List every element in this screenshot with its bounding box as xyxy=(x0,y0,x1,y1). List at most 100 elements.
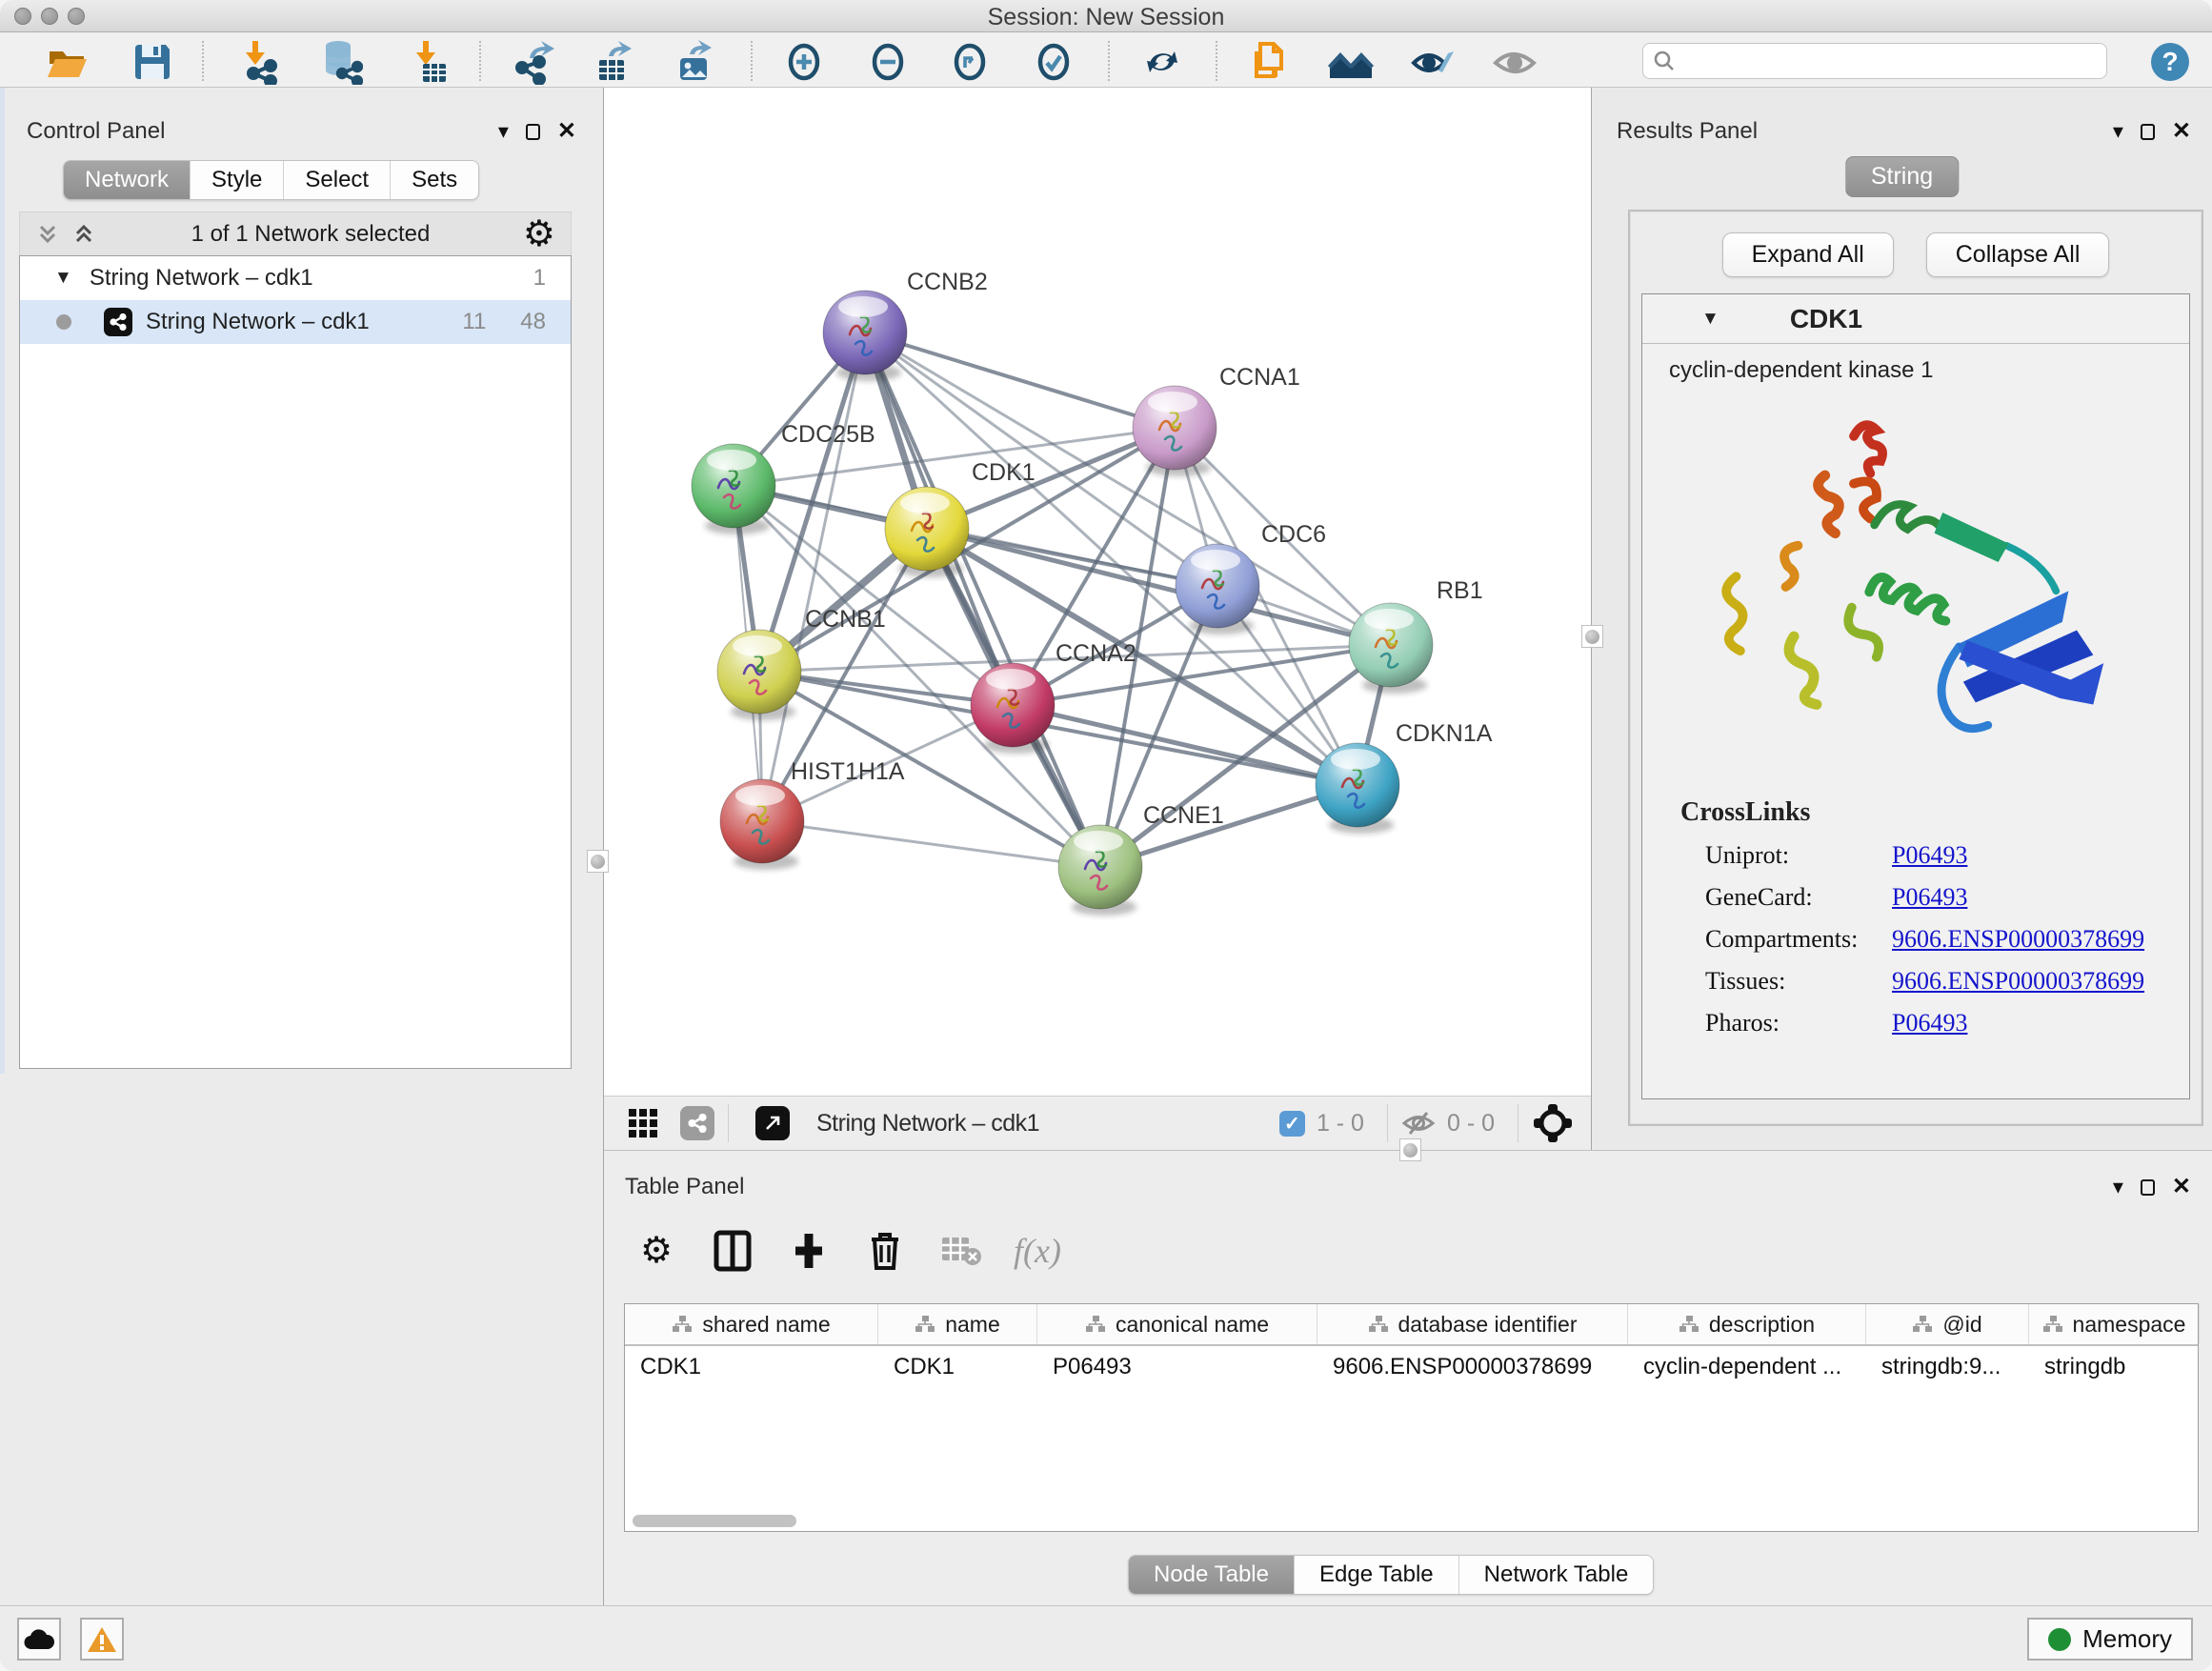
import-network-file-button[interactable] xyxy=(236,39,282,85)
table-cell[interactable]: 9606.ENSP00000378699 xyxy=(1317,1346,1628,1388)
results-panel-close-icon[interactable]: ✕ xyxy=(2172,120,2191,143)
hidden-eye-icon[interactable] xyxy=(1401,1109,1436,1137)
table-cell[interactable]: P06493 xyxy=(1037,1346,1317,1388)
import-network-from-database-button[interactable] xyxy=(317,39,363,85)
collapse-all-networks-icon[interactable] xyxy=(70,221,98,248)
network-edge[interactable] xyxy=(1013,705,1357,785)
network-node-ccnb1[interactable]: CCNB1 xyxy=(717,606,886,720)
network-collection-row[interactable]: ▼ String Network – cdk1 1 xyxy=(20,256,571,300)
import-table-button[interactable] xyxy=(404,39,450,85)
column-header-name[interactable]: name xyxy=(878,1304,1037,1344)
column-header-database-identifier[interactable]: database identifier xyxy=(1317,1304,1628,1344)
hide-panel-button[interactable] xyxy=(1492,39,1538,85)
annotation-mode-button[interactable] xyxy=(1410,39,1456,85)
expand-all-networks-icon[interactable] xyxy=(33,221,62,248)
network-node-rb1[interactable]: RB1 xyxy=(1349,577,1483,694)
cloud-services-button[interactable] xyxy=(17,1618,61,1661)
table-cell[interactable]: CDK1 xyxy=(625,1346,878,1388)
crosslink-link[interactable]: 9606.ENSP00000378699 xyxy=(1892,967,2144,996)
network-edge[interactable] xyxy=(865,332,1175,428)
selected-nodes-checkbox[interactable]: ✓ xyxy=(1279,1111,1305,1137)
network-options-gear-icon[interactable]: ⚙ xyxy=(523,216,555,252)
network-row-selected[interactable]: String Network – cdk1 11 48 xyxy=(20,300,571,344)
zoom-selected-button[interactable] xyxy=(1031,39,1076,85)
zoom-in-button[interactable] xyxy=(781,39,827,85)
collapse-all-button[interactable]: Collapse All xyxy=(1926,232,2110,277)
scrollbar-thumb[interactable] xyxy=(633,1515,796,1527)
control-panel-menu-icon[interactable]: ▾ xyxy=(498,121,509,142)
column-header-namespace[interactable]: namespace xyxy=(2029,1304,2200,1344)
left-splitter-handle[interactable] xyxy=(587,850,609,873)
results-panel-menu-icon[interactable]: ▾ xyxy=(2113,121,2123,142)
column-header-shared-name[interactable]: shared name xyxy=(625,1304,878,1344)
network-edge[interactable] xyxy=(865,332,1391,645)
table-panel-float-icon[interactable] xyxy=(2141,1179,2155,1196)
table-panel-close-icon[interactable]: ✕ xyxy=(2172,1176,2191,1198)
table-cell[interactable]: cyclin-dependent ... xyxy=(1628,1346,1866,1388)
horizontal-splitter-handle[interactable] xyxy=(1399,1138,1421,1161)
network-node-ccna1[interactable]: CCNA1 xyxy=(1133,364,1300,476)
delete-table-icon[interactable] xyxy=(937,1227,985,1275)
help-button[interactable]: ? xyxy=(2147,39,2193,85)
duplicate-network-button[interactable] xyxy=(1246,39,1292,85)
delete-column-icon[interactable] xyxy=(861,1227,909,1275)
export-network-button[interactable] xyxy=(511,39,556,85)
function-builder-icon[interactable]: f(x) xyxy=(1014,1227,1061,1275)
zoom-out-button[interactable] xyxy=(865,39,911,85)
table-cell[interactable]: stringdb xyxy=(2029,1346,2200,1388)
tab-select[interactable]: Select xyxy=(283,161,390,199)
network-node-cdc25b[interactable]: CDC25B xyxy=(692,421,875,534)
export-image-button[interactable] xyxy=(673,39,718,85)
search-input[interactable] xyxy=(1676,48,2106,74)
crosslink-link[interactable]: P06493 xyxy=(1892,841,1967,870)
add-column-icon[interactable] xyxy=(785,1227,833,1275)
crosslink-link[interactable]: P06493 xyxy=(1892,883,1967,912)
network-node-cdc6[interactable]: CDC6 xyxy=(1176,521,1326,634)
network-edge[interactable] xyxy=(762,821,1100,867)
expand-all-button[interactable]: Expand All xyxy=(1722,232,1894,277)
zoom-fit-button[interactable] xyxy=(947,39,993,85)
column-header-description[interactable]: description xyxy=(1628,1304,1866,1344)
memory-button[interactable]: Memory xyxy=(2027,1618,2193,1661)
tab-sets[interactable]: Sets xyxy=(390,161,478,199)
control-panel-close-icon[interactable]: ✕ xyxy=(557,120,576,143)
warnings-button[interactable] xyxy=(80,1618,124,1661)
tab-style[interactable]: Style xyxy=(190,161,283,199)
tab-network[interactable]: Network xyxy=(64,161,190,199)
crosslink-link[interactable]: P06493 xyxy=(1892,1009,1967,1037)
tab-string[interactable]: String xyxy=(1845,156,1959,197)
birdseye-grid-icon[interactable] xyxy=(627,1107,659,1139)
entry-collapse-icon[interactable]: ▼ xyxy=(1701,309,1719,330)
save-session-button[interactable] xyxy=(130,39,175,85)
network-node-ccne1[interactable]: CCNE1 xyxy=(1058,802,1224,916)
table-cell[interactable]: stringdb:9... xyxy=(1866,1346,2029,1388)
control-panel-float-icon[interactable] xyxy=(526,124,540,140)
show-columns-icon[interactable] xyxy=(709,1227,756,1275)
table-panel-menu-icon[interactable]: ▾ xyxy=(2113,1177,2123,1198)
network-node-cdkn1a[interactable]: CDKN1A xyxy=(1316,720,1493,834)
open-in-browser-icon[interactable] xyxy=(755,1106,790,1140)
node-entry-header[interactable]: ▼ CDK1 xyxy=(1642,294,2189,344)
right-splitter-handle[interactable] xyxy=(1581,625,1603,648)
column-header--id[interactable]: @id xyxy=(1866,1304,2029,1344)
column-header-canonical-name[interactable]: canonical name xyxy=(1037,1304,1317,1344)
results-panel-float-icon[interactable] xyxy=(2141,124,2155,140)
table-cell[interactable]: CDK1 xyxy=(878,1346,1037,1388)
network-share-icon[interactable] xyxy=(680,1106,714,1140)
crosslink-link[interactable]: 9606.ENSP00000378699 xyxy=(1892,925,2144,954)
export-table-button[interactable] xyxy=(592,39,637,85)
network-canvas[interactable]: CCNB2CCNA1CDC25BCDK1CDC6RB1CCNB1CCNA2CDK… xyxy=(604,88,1592,1096)
tab-edge-table[interactable]: Edge Table xyxy=(1294,1556,1458,1594)
tab-node-table[interactable]: Node Table xyxy=(1129,1556,1294,1594)
open-session-button[interactable] xyxy=(44,39,90,85)
pan-crosshair-icon[interactable] xyxy=(1532,1102,1574,1144)
table-row[interactable]: CDK1CDK1P064939606.ENSP00000378699cyclin… xyxy=(625,1346,2198,1388)
network-node-hist1h1a[interactable]: HIST1H1A xyxy=(720,758,905,870)
table-options-gear-icon[interactable]: ⚙ xyxy=(633,1227,680,1275)
show-all-networks-button[interactable] xyxy=(1328,39,1374,85)
table-horizontal-scrollbar[interactable] xyxy=(625,1510,2198,1531)
tab-network-table[interactable]: Network Table xyxy=(1458,1556,1654,1594)
refresh-view-button[interactable] xyxy=(1139,39,1185,85)
collection-expand-icon[interactable]: ▼ xyxy=(54,268,72,289)
network-edge[interactable] xyxy=(865,332,1100,867)
